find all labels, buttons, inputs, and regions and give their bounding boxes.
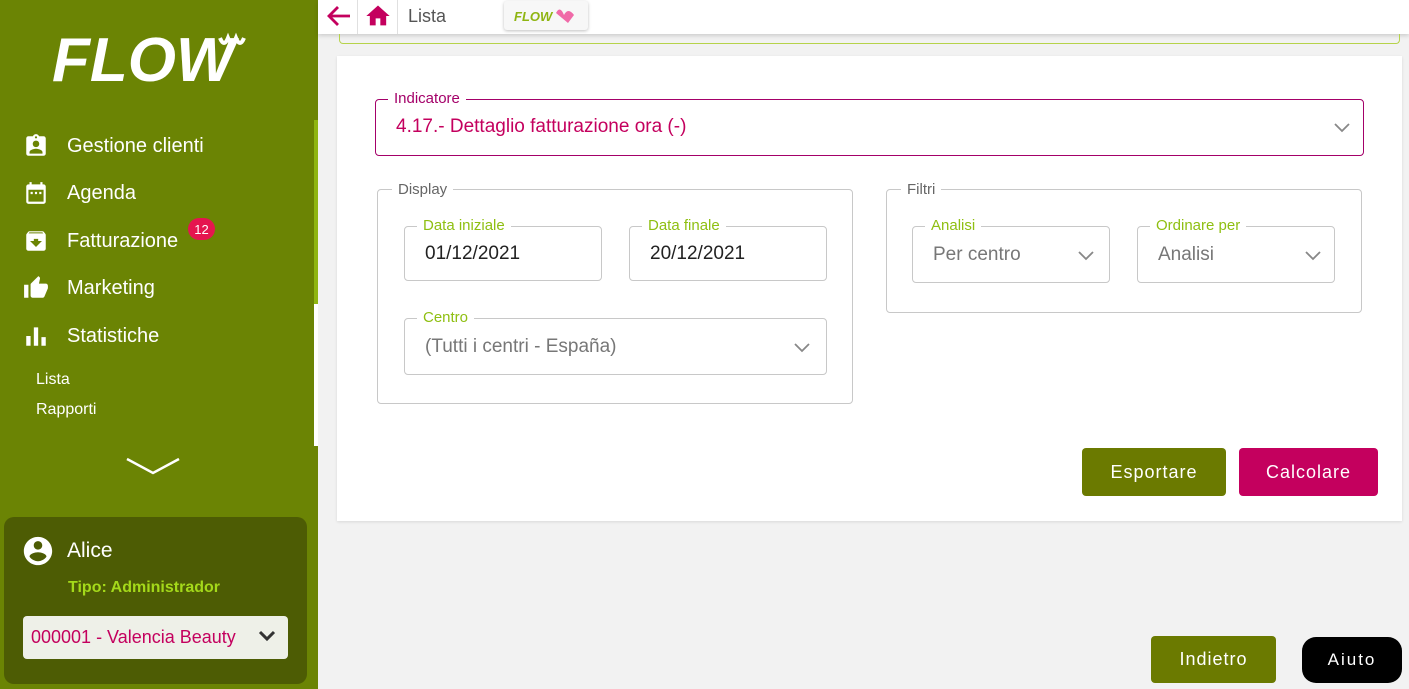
chevron-down-icon xyxy=(1305,251,1321,261)
centro-label: Centro xyxy=(417,309,475,327)
back-button[interactable]: Indietro xyxy=(1151,636,1276,683)
data-iniziale-field[interactable]: Data iniziale 01/12/2021 xyxy=(404,217,602,281)
user-card: Alice Tipo: Administrador 000001 - Valen… xyxy=(4,517,307,684)
help-button[interactable]: Aiuto xyxy=(1302,637,1402,683)
bar-chart-icon xyxy=(22,322,50,350)
chevron-down-icon xyxy=(258,630,276,642)
indicatore-value: 4.17.- Dettaglio fatturazione ora (-) xyxy=(396,116,687,137)
indicatore-label: Indicatore xyxy=(388,90,466,108)
data-finale-field[interactable]: Data finale 20/12/2021 xyxy=(629,217,827,281)
analisi-select[interactable]: Analisi Per centro xyxy=(912,217,1110,283)
user-name: Alice xyxy=(67,539,113,562)
chevron-down-icon xyxy=(1334,123,1350,133)
sidebar-item-fatturazione[interactable]: Fatturazione 12 xyxy=(22,218,215,255)
ordinare-per-label: Ordinare per xyxy=(1150,217,1247,235)
sidebar-item-label: Fatturazione xyxy=(67,229,179,252)
center-select[interactable]: 000001 - Valencia Beauty xyxy=(23,616,288,659)
arrow-left-icon[interactable] xyxy=(326,4,352,28)
user-type: Tipo: Administrador xyxy=(68,579,220,596)
ordinare-per-select[interactable]: Ordinare per Analisi xyxy=(1137,217,1335,283)
centro-select[interactable]: Centro (Tutti i centri - España) xyxy=(404,309,827,375)
top-bar: Lista FLOW xyxy=(318,0,1409,34)
centro-value: (Tutti i centri - España) xyxy=(425,336,617,357)
clipboard-user-icon xyxy=(22,132,50,160)
ordinare-per-value: Analisi xyxy=(1158,244,1214,265)
calendar-icon xyxy=(22,179,50,207)
svg-text:FLOW: FLOW xyxy=(52,26,239,88)
thumbs-up-icon xyxy=(22,274,50,302)
home-icon[interactable] xyxy=(364,2,392,30)
notification-badge: 12 xyxy=(188,218,215,240)
flow-mini-logo[interactable]: FLOW xyxy=(504,1,588,30)
flow-logo[interactable]: FLOW xyxy=(50,26,265,88)
indicatore-select[interactable]: Indicatore 4.17.- Dettaglio fatturazione… xyxy=(375,90,1364,156)
svg-text:FLOW: FLOW xyxy=(514,9,554,24)
center-select-value: 000001 - Valencia Beauty xyxy=(31,627,236,647)
chevron-down-icon[interactable] xyxy=(125,455,181,477)
chevron-down-icon xyxy=(794,343,810,353)
chevron-down-icon xyxy=(1078,251,1094,261)
report-form-card: Indicatore 4.17.- Dettaglio fatturazione… xyxy=(337,56,1402,521)
sidebar-item-gestione-clienti[interactable]: Gestione clienti xyxy=(22,132,204,160)
archive-box-icon xyxy=(22,227,50,255)
filtri-legend: Filtri xyxy=(907,181,936,198)
calculate-button[interactable]: Calcolare xyxy=(1239,448,1378,496)
sidebar-item-label: Agenda xyxy=(67,181,136,204)
sidebar-item-label: Gestione clienti xyxy=(67,134,204,157)
sidebar-item-marketing[interactable]: Marketing xyxy=(22,274,155,302)
data-finale-value: 20/12/2021 xyxy=(650,243,746,264)
analisi-label: Analisi xyxy=(925,217,982,235)
sidebar-item-label: Statistiche xyxy=(67,324,160,347)
sidebar-item-statistiche[interactable]: Statistiche xyxy=(22,322,159,350)
export-button[interactable]: Esportare xyxy=(1082,448,1226,496)
sidebar-subitem-rapporti[interactable]: Rapporti xyxy=(36,401,96,419)
breadcrumb[interactable]: Lista xyxy=(408,6,446,27)
sidebar: FLOW Gestione clienti Agenda Fatturazion… xyxy=(0,0,318,689)
data-finale-label: Data finale xyxy=(642,217,726,235)
sidebar-item-agenda[interactable]: Agenda xyxy=(22,179,136,207)
analisi-value: Per centro xyxy=(933,244,1021,265)
user-avatar-icon xyxy=(23,536,53,566)
sidebar-subitem-lista[interactable]: Lista xyxy=(36,371,70,389)
data-iniziale-value: 01/12/2021 xyxy=(425,243,521,264)
top-strip xyxy=(339,34,1400,44)
sidebar-item-label: Marketing xyxy=(67,276,155,299)
display-legend: Display xyxy=(398,181,448,198)
data-iniziale-label: Data iniziale xyxy=(417,217,511,235)
